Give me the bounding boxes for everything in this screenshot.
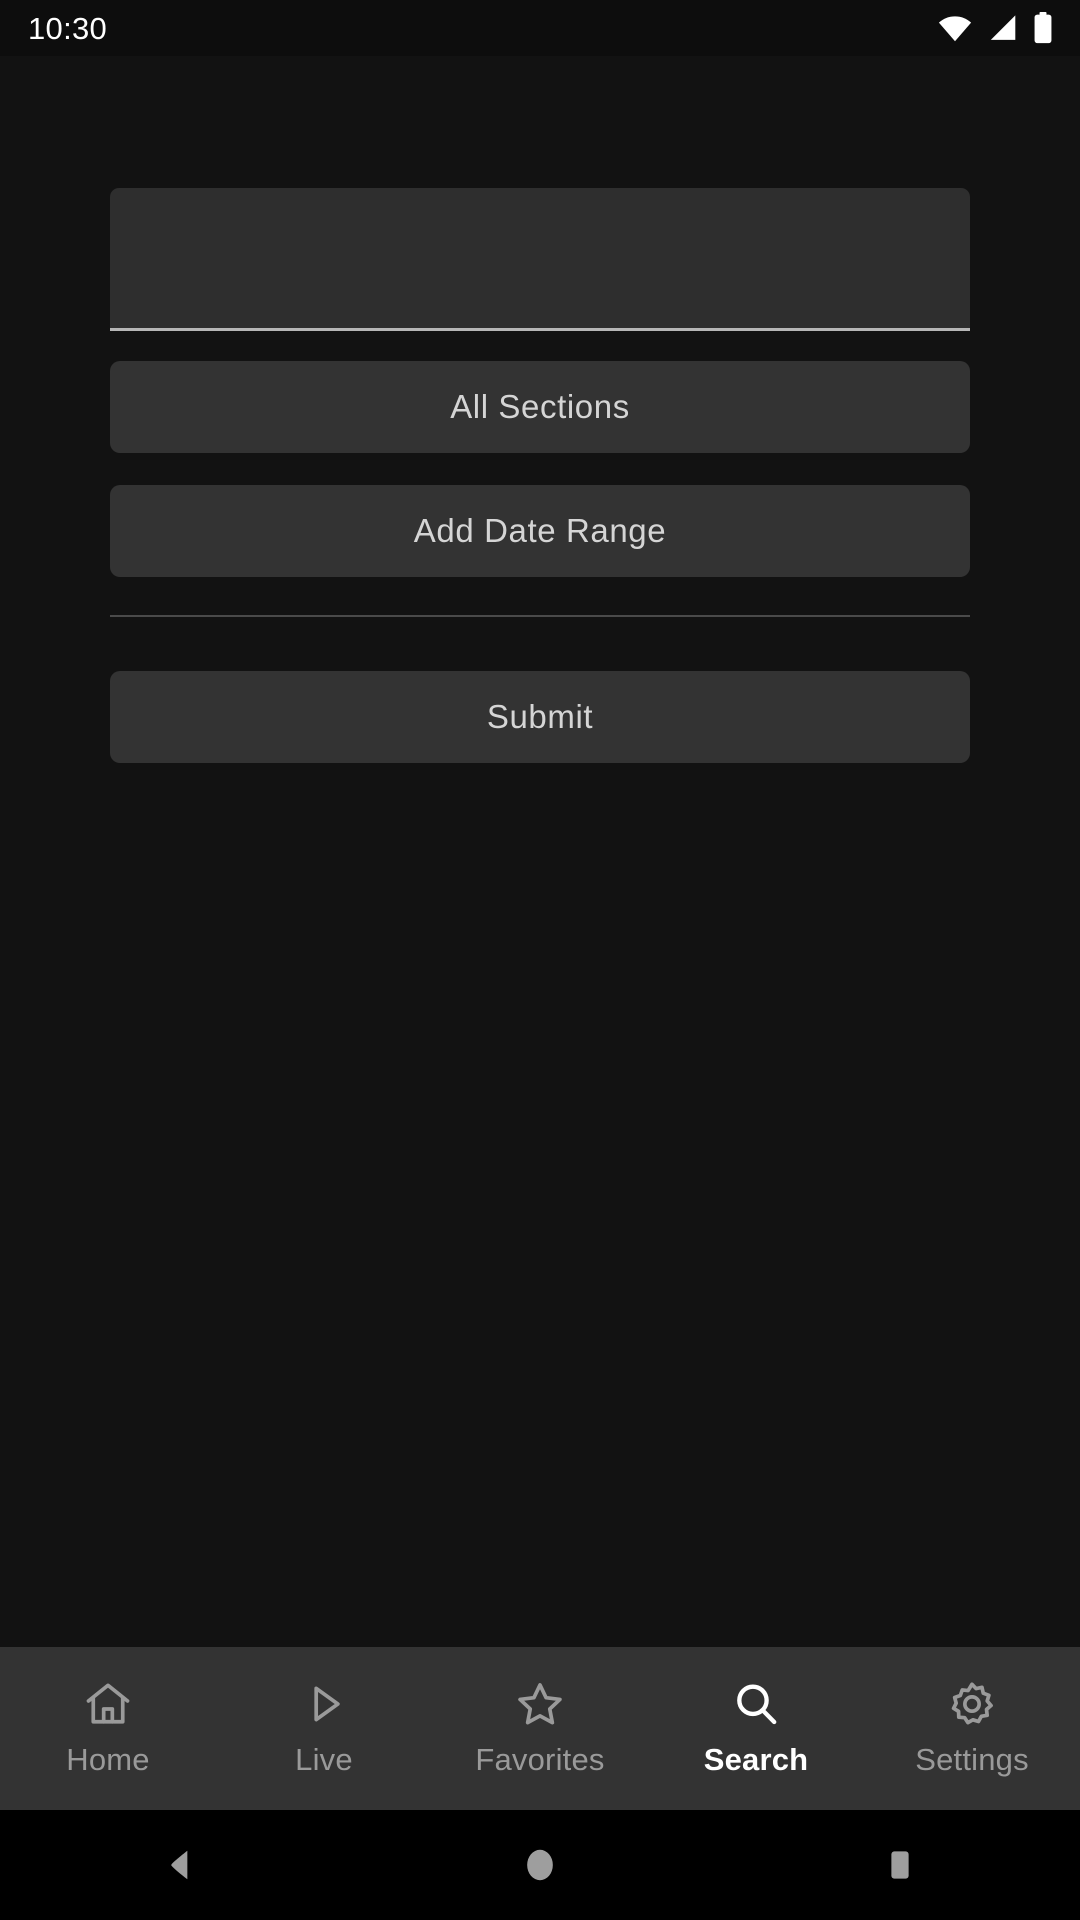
nav-item-settings[interactable]: Settings bbox=[864, 1647, 1080, 1806]
home-button[interactable] bbox=[440, 1810, 640, 1920]
search-query-input[interactable] bbox=[110, 188, 970, 331]
nav-item-live[interactable]: Live bbox=[216, 1647, 432, 1806]
status-bar: 10:30 bbox=[0, 0, 1080, 56]
spacer-after-sections bbox=[110, 453, 970, 485]
home-icon bbox=[82, 1678, 134, 1730]
nav-item-home[interactable]: Home bbox=[0, 1647, 216, 1806]
nav-label-search: Search bbox=[703, 1742, 809, 1777]
battery-icon bbox=[1032, 12, 1054, 44]
star-icon bbox=[514, 1678, 566, 1730]
gear-icon bbox=[946, 1678, 998, 1730]
status-icons bbox=[938, 12, 1054, 44]
submit-button[interactable]: Submit bbox=[110, 671, 970, 763]
nav-item-favorites[interactable]: Favorites bbox=[432, 1647, 648, 1806]
cellular-signal-icon bbox=[986, 14, 1018, 42]
add-date-range-button[interactable]: Add Date Range bbox=[110, 485, 970, 577]
search-form: All Sections Add Date Range Submit bbox=[0, 56, 1080, 1647]
spacer-after-input bbox=[110, 331, 970, 361]
all-sections-button[interactable]: All Sections bbox=[110, 361, 970, 453]
search-icon bbox=[730, 1678, 782, 1730]
android-system-nav bbox=[0, 1810, 1080, 1920]
phone-screen: 10:30 All Sections Add Date Range Submit… bbox=[0, 0, 1080, 1920]
spacer-before-submit bbox=[110, 617, 970, 671]
back-button[interactable] bbox=[80, 1810, 280, 1920]
nav-label-live: Live bbox=[295, 1742, 353, 1777]
nav-item-search[interactable]: Search bbox=[648, 1647, 864, 1806]
nav-label-home: Home bbox=[66, 1742, 150, 1777]
play-icon bbox=[298, 1678, 350, 1730]
wifi-icon bbox=[938, 14, 972, 42]
recents-button[interactable] bbox=[800, 1810, 1000, 1920]
status-clock: 10:30 bbox=[28, 10, 108, 46]
bottom-navigation-bar: Home Live Favorites Search Settings bbox=[0, 1647, 1080, 1810]
nav-label-favorites: Favorites bbox=[475, 1742, 605, 1777]
nav-label-settings: Settings bbox=[915, 1742, 1029, 1777]
query-field-wrapper bbox=[110, 56, 970, 331]
